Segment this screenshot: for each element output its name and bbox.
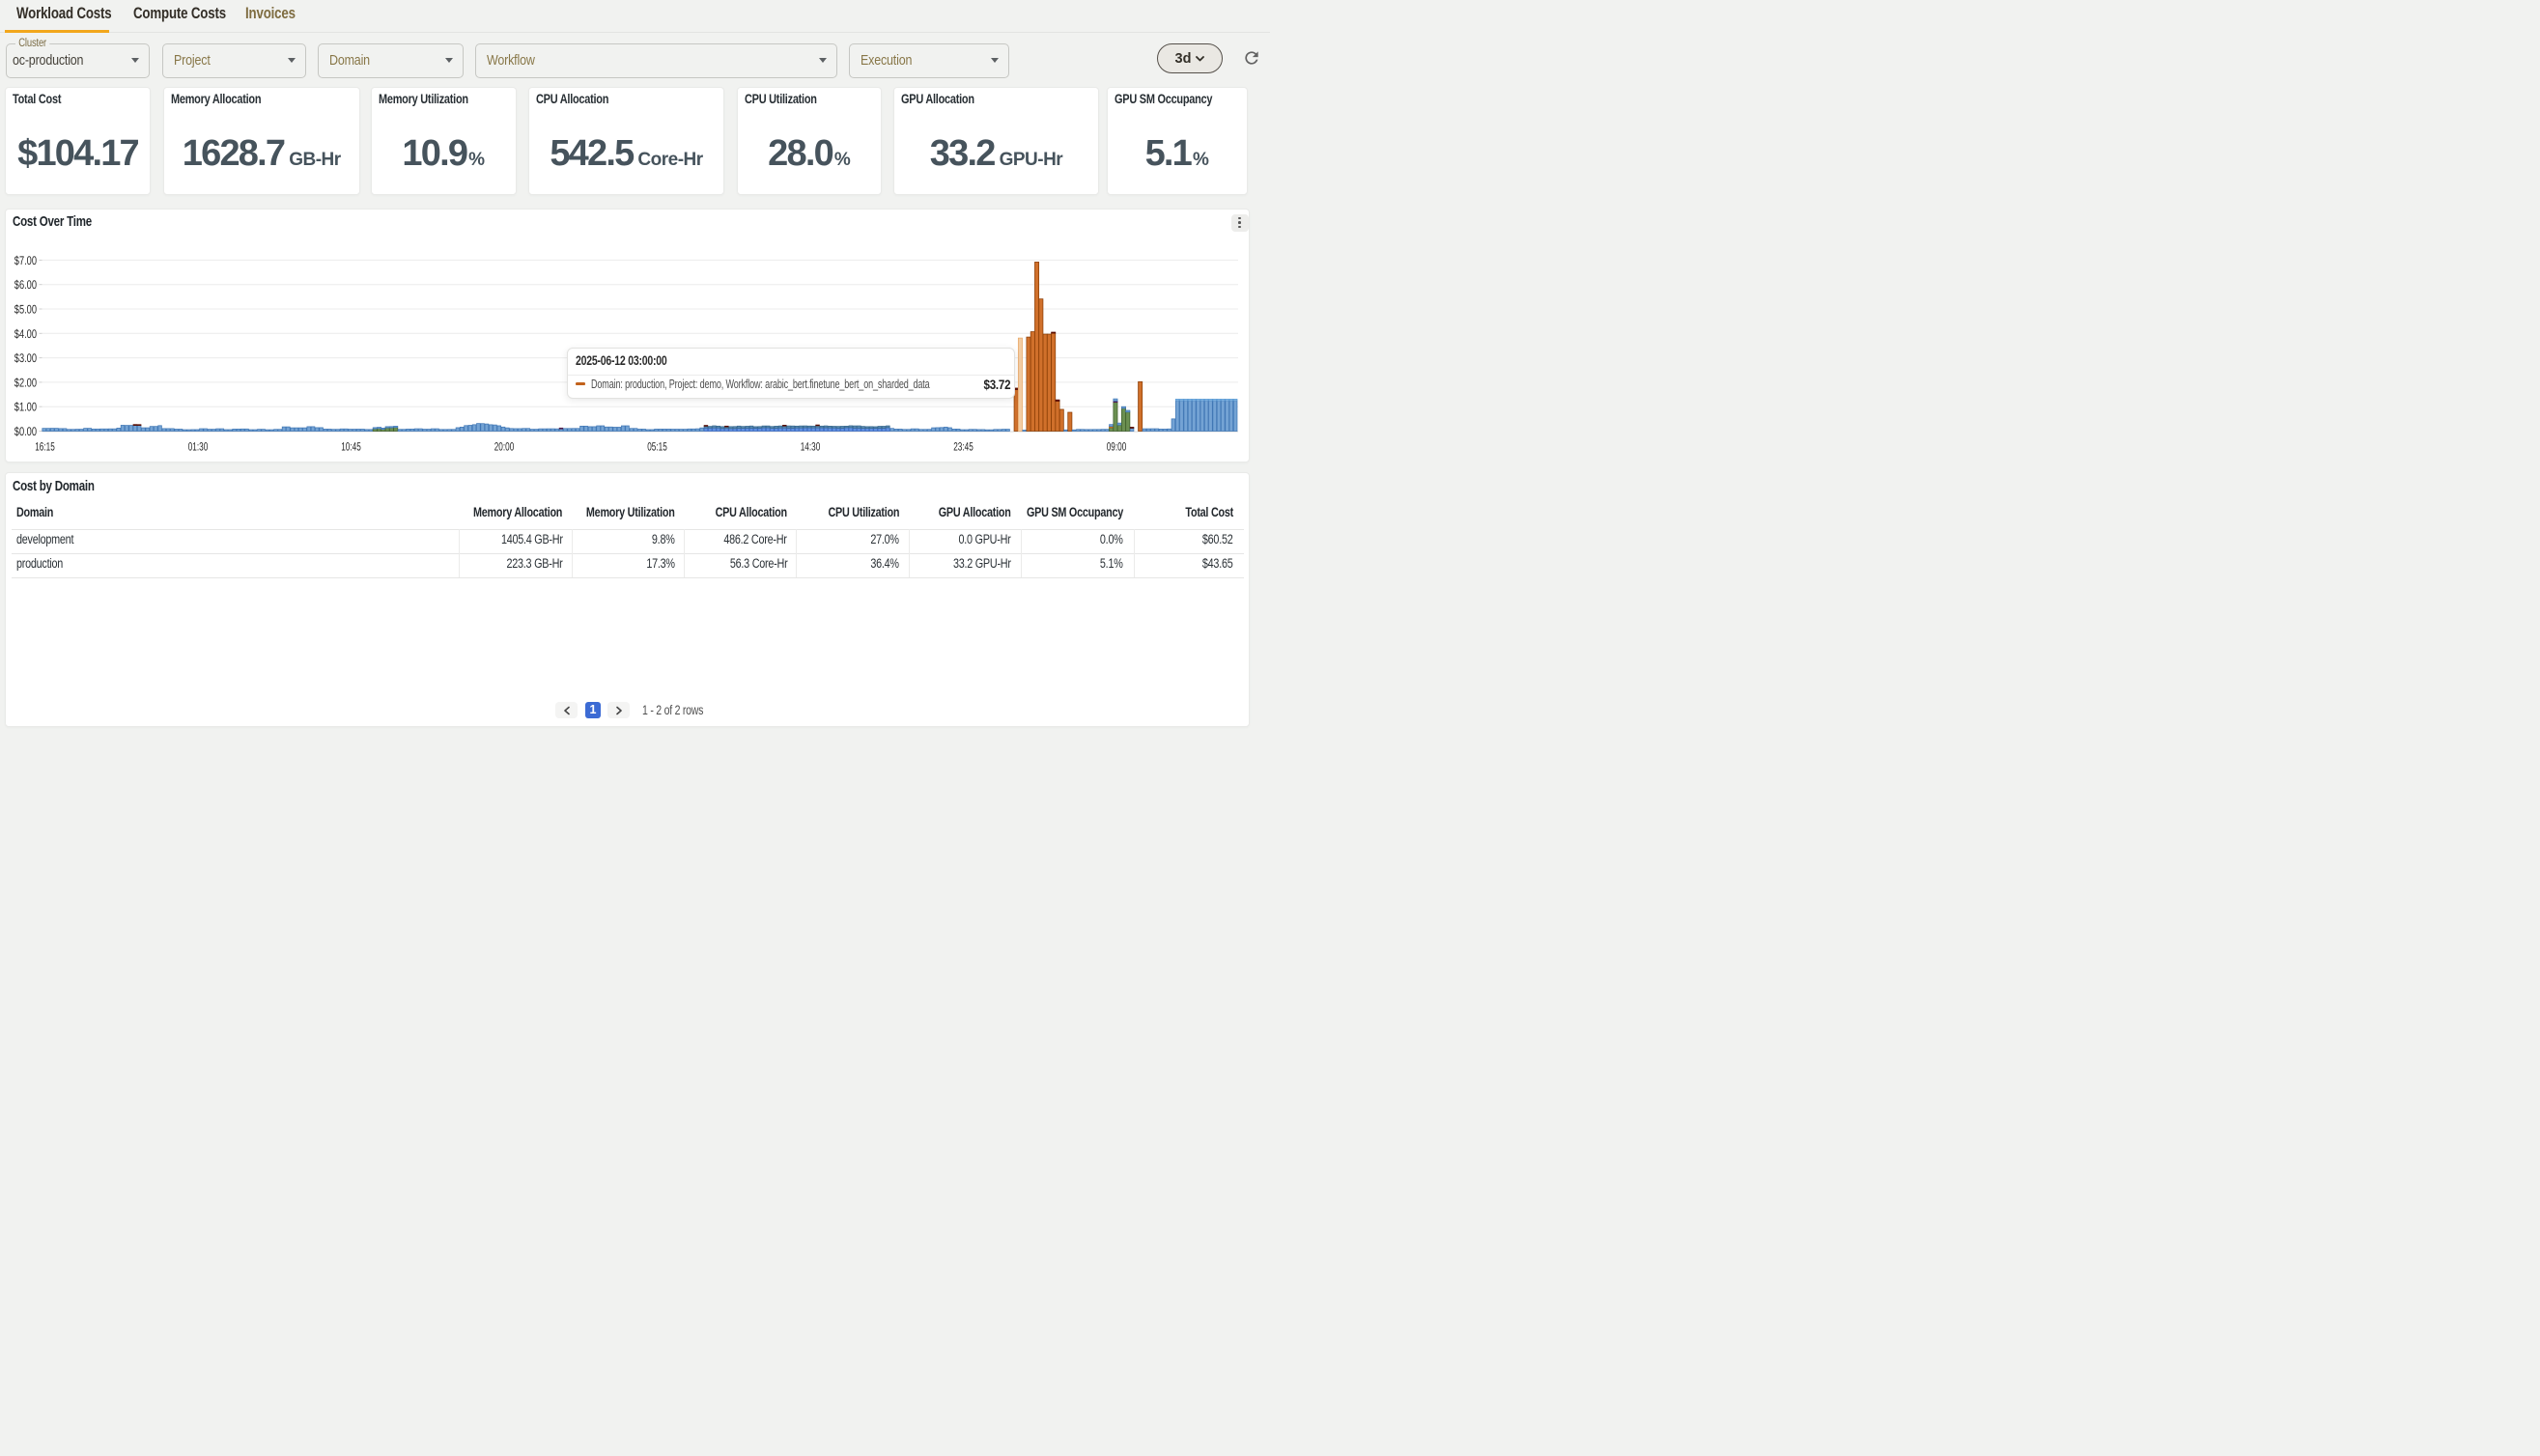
svg-text:$6.00: $6.00 <box>14 278 37 292</box>
svg-text:10:45: 10:45 <box>341 439 361 453</box>
svg-text:23:45: 23:45 <box>953 439 974 453</box>
svg-text:$7.00: $7.00 <box>14 253 37 266</box>
svg-text:$5.00: $5.00 <box>14 302 37 316</box>
svg-text:14:30: 14:30 <box>801 439 821 453</box>
svg-text:09:00: 09:00 <box>1107 439 1127 453</box>
svg-text:$4.00: $4.00 <box>14 326 37 340</box>
svg-text:$0.00: $0.00 <box>14 425 37 438</box>
svg-text:01:30: 01:30 <box>188 439 209 453</box>
svg-text:$2.00: $2.00 <box>14 376 37 389</box>
svg-text:05:15: 05:15 <box>647 439 667 453</box>
svg-text:20:00: 20:00 <box>494 439 515 453</box>
svg-text:$1.00: $1.00 <box>14 400 37 413</box>
svg-text:16:15: 16:15 <box>35 439 55 453</box>
svg-text:$3.00: $3.00 <box>14 351 37 365</box>
